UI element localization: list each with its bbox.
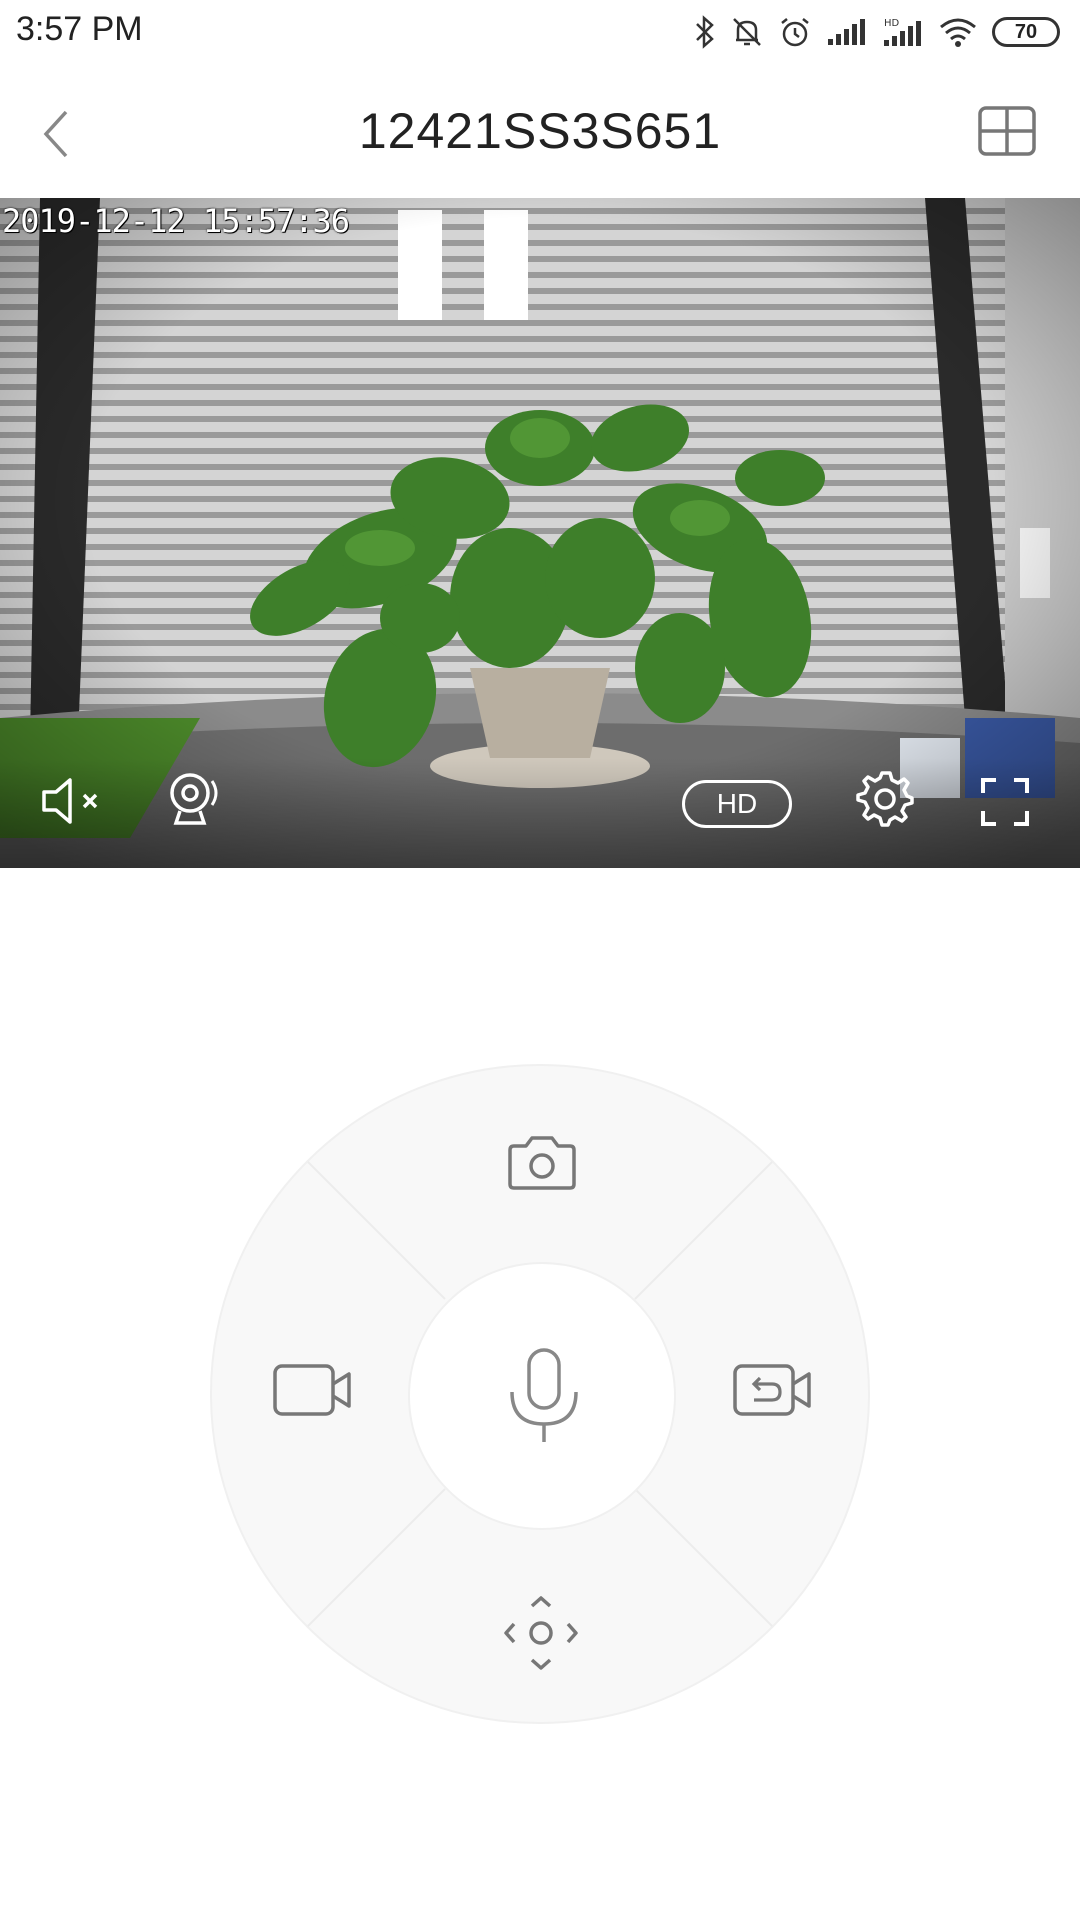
video-timestamp: 2019-12-12 15:57:36: [2, 202, 350, 240]
video-controls: HD: [0, 758, 1080, 868]
mute-button[interactable]: [40, 775, 106, 832]
grid-layout-icon: [978, 106, 1036, 160]
mute-bell-icon: [730, 15, 764, 49]
webcam-icon: [164, 773, 222, 831]
fullscreen-button[interactable]: [980, 777, 1030, 832]
snapshot-button[interactable]: [506, 1134, 578, 1197]
signal-icon: [826, 17, 868, 47]
battery-icon: 70: [992, 17, 1060, 47]
status-time: 3:57 PM: [16, 10, 143, 48]
signal-hd-icon: HD: [882, 16, 924, 48]
layout-button[interactable]: [978, 106, 1036, 156]
pan-direction-icon: [504, 1596, 578, 1674]
quality-toggle-button[interactable]: HD: [682, 780, 792, 828]
playback-button[interactable]: [732, 1362, 812, 1423]
control-wheel: [210, 1064, 870, 1724]
record-button[interactable]: [272, 1362, 352, 1423]
playback-icon: [732, 1364, 812, 1422]
alarm-icon: [778, 15, 812, 49]
microphone-icon: [508, 1348, 580, 1451]
fullscreen-icon: [980, 778, 1030, 831]
video-settings-button[interactable]: [856, 769, 914, 832]
page-title: 12421SS3S651: [358, 103, 722, 159]
wifi-icon: [938, 16, 978, 48]
battery-level: 70: [1014, 20, 1038, 43]
camera-icon: [506, 1136, 578, 1196]
bluetooth-icon: [694, 15, 716, 49]
camera-switch-button[interactable]: [164, 771, 222, 832]
talk-button[interactable]: [408, 1262, 676, 1530]
video-record-icon: [272, 1364, 352, 1422]
speaker-muted-icon: [40, 778, 106, 831]
status-icons: HD 70: [694, 12, 1060, 52]
gear-icon: [856, 771, 914, 831]
status-bar: 3:57 PM HD 70: [0, 0, 1080, 66]
svg-text:HD: HD: [884, 18, 900, 29]
video-feed[interactable]: 2019-12-12 15:57:36 HD: [0, 198, 1080, 868]
pan-tilt-button[interactable]: [504, 1596, 578, 1675]
header: 12421SS3S651: [0, 66, 1080, 198]
